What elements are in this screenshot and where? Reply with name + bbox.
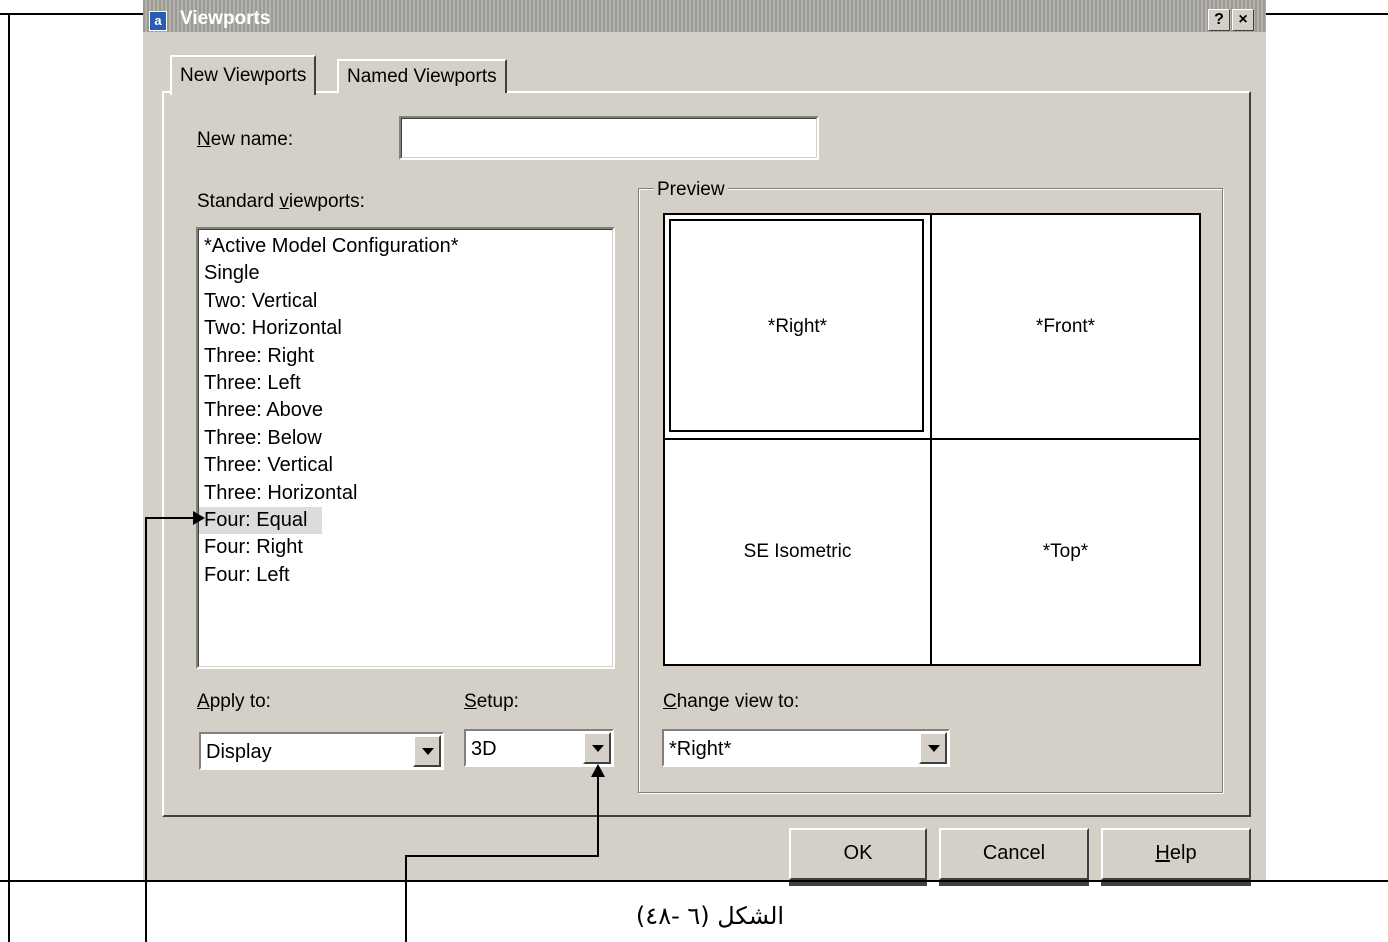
apply-to-select[interactable]: Display	[199, 732, 444, 770]
list-item[interactable]: Three: Below	[199, 425, 612, 452]
annotation-arrow-line	[405, 855, 599, 857]
active-viewport-frame	[669, 219, 924, 432]
standard-viewports-list[interactable]: *Active Model Configuration* Single Two:…	[196, 227, 615, 669]
table-left-border	[8, 13, 10, 942]
preview-label: Preview	[654, 178, 728, 202]
setup-label: Setup:	[464, 691, 519, 712]
cancel-button[interactable]: Cancel	[939, 828, 1089, 880]
apply-to-label: Apply to:	[197, 691, 271, 712]
list-item-selected[interactable]: Four: Equal	[199, 507, 322, 535]
help-title-button[interactable]: ?	[1208, 9, 1230, 31]
list-item[interactable]: Three: Right	[199, 343, 612, 370]
list-item[interactable]: Three: Above	[199, 397, 612, 424]
standard-viewports-label: Standard viewports:	[197, 191, 365, 212]
annotation-arrow-line	[145, 517, 195, 519]
preview-horizontal-divider	[665, 438, 1199, 440]
list-item[interactable]: Three: Horizontal	[199, 480, 612, 507]
annotation-arrow-line	[405, 855, 407, 942]
preview-cell-top[interactable]: *Top*	[932, 440, 1199, 664]
tab-named-viewports[interactable]: Named Viewports	[337, 59, 507, 93]
tab-new-viewports[interactable]: New Viewports	[170, 55, 317, 95]
close-icon[interactable]: ×	[1232, 9, 1254, 31]
title-bar	[143, 0, 1266, 32]
help-button[interactable]: Help	[1101, 828, 1251, 880]
list-item[interactable]: Four: Left	[199, 562, 612, 589]
list-item[interactable]: Three: Left	[199, 370, 612, 397]
change-view-select[interactable]: *Right*	[662, 729, 950, 767]
preview-cell-se-isometric[interactable]: SE Isometric	[665, 440, 930, 664]
preview-cell-right[interactable]: *Right*	[665, 215, 930, 438]
table-row-border	[0, 880, 1388, 882]
list-item[interactable]: Four: Right	[199, 534, 612, 561]
chevron-down-icon[interactable]	[413, 735, 441, 767]
change-view-label: Change view to:	[663, 691, 800, 712]
chevron-down-icon[interactable]	[583, 732, 611, 764]
figure-caption: الشكل (٦ -٤٨)	[635, 902, 785, 930]
list-item[interactable]: Three: Vertical	[199, 452, 612, 479]
list-item[interactable]: Single	[199, 260, 612, 287]
annotation-arrow-line	[145, 517, 147, 942]
dialog-title: Viewports	[180, 8, 271, 29]
new-name-label: New name:	[197, 129, 294, 150]
list-item[interactable]: Two: Horizontal	[199, 315, 612, 342]
new-name-input[interactable]	[399, 116, 819, 160]
setup-select[interactable]: 3D	[464, 729, 614, 767]
ok-button[interactable]: OK	[789, 828, 927, 880]
chevron-down-icon[interactable]	[919, 732, 947, 764]
arrow-up-icon	[591, 764, 605, 777]
list-item[interactable]: *Active Model Configuration*	[199, 233, 612, 260]
annotation-arrow-line	[597, 775, 599, 857]
arrow-right-icon	[193, 511, 205, 525]
list-item[interactable]: Two: Vertical	[199, 288, 612, 315]
app-icon: a	[149, 11, 167, 31]
preview-area: *Right* *Front* SE Isometric *Top*	[663, 213, 1201, 666]
preview-cell-front[interactable]: *Front*	[932, 215, 1199, 438]
